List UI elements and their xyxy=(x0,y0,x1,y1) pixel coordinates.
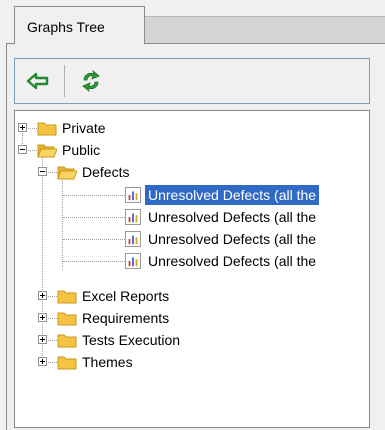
tree-item-label: Unresolved Defects (all the xyxy=(145,185,320,205)
tree-item-label: Defects xyxy=(82,164,130,180)
folder-icon xyxy=(37,122,57,136)
toolbar-separator xyxy=(64,65,65,97)
tree-line xyxy=(48,318,57,320)
expand-icon[interactable] xyxy=(38,335,47,344)
tree-item-graph[interactable]: Unresolved Defects (all the xyxy=(15,206,365,228)
tree-item-label: Unresolved Defects (all the xyxy=(148,231,317,247)
open-folder-icon xyxy=(57,166,77,180)
collapse-icon[interactable] xyxy=(38,167,47,176)
open-folder-icon xyxy=(37,144,57,158)
expand-icon[interactable] xyxy=(38,291,47,300)
tree-line xyxy=(48,296,57,298)
tree-line xyxy=(63,217,125,219)
tab-label: Graphs Tree xyxy=(27,19,105,35)
tree-line xyxy=(48,362,57,364)
folder-icon xyxy=(57,312,77,326)
tree-item-graph[interactable]: Unresolved Defects (all the xyxy=(15,184,365,206)
tree-item-themes[interactable]: Themes xyxy=(15,351,365,373)
arrow-left-icon xyxy=(26,72,49,90)
tree-item-label: Excel Reports xyxy=(82,288,170,304)
graph-icon xyxy=(125,209,141,225)
tree-item-graph[interactable]: Unresolved Defects (all the xyxy=(15,228,365,250)
tree-item-label: Public xyxy=(62,142,101,158)
tree-item-public[interactable]: Public xyxy=(15,139,365,161)
tree-item-excel-reports[interactable]: Excel Reports xyxy=(15,285,365,307)
folder-icon xyxy=(57,334,77,348)
tree-line xyxy=(28,150,37,152)
expand-icon[interactable] xyxy=(38,357,47,366)
back-button[interactable] xyxy=(20,63,56,99)
tree-item-requirements[interactable]: Requirements xyxy=(15,307,365,329)
tree-line xyxy=(48,172,57,174)
tree-line xyxy=(63,261,125,263)
tree-item-label: Tests Execution xyxy=(82,332,181,348)
toolbar xyxy=(14,58,370,104)
tree-item-tests-execution[interactable]: Tests Execution xyxy=(15,329,365,351)
tree-item-label: Unresolved Defects (all the xyxy=(148,209,317,225)
refresh-icon xyxy=(82,69,100,93)
tree-item-private[interactable]: Private xyxy=(15,117,365,139)
graph-icon xyxy=(125,187,141,203)
expand-icon[interactable] xyxy=(18,123,27,132)
expand-icon[interactable] xyxy=(38,313,47,322)
tab-strip-empty xyxy=(145,16,385,43)
tree-line xyxy=(63,195,125,197)
tree-item-label: Themes xyxy=(82,354,133,370)
tree-line xyxy=(28,128,37,130)
graph-icon xyxy=(125,231,141,247)
folder-icon xyxy=(57,356,77,370)
tab-strip: Graphs Tree xyxy=(0,0,385,44)
tree-item-label: Private xyxy=(62,120,106,136)
refresh-button[interactable] xyxy=(73,63,109,99)
tree-item-label: Requirements xyxy=(82,310,170,326)
tree-item-graph[interactable]: Unresolved Defects (all the xyxy=(15,250,365,272)
graph-icon xyxy=(125,253,141,269)
collapse-icon[interactable] xyxy=(18,145,27,154)
tree-item-defects[interactable]: Defects xyxy=(15,161,365,183)
tree-line xyxy=(63,239,125,241)
tab-graphs-tree[interactable]: Graphs Tree xyxy=(14,6,145,44)
tree-line xyxy=(48,340,57,342)
graphs-tree: Private Public Defects Unresolved Defect… xyxy=(14,110,370,428)
graphs-tree-panel: Graphs Tree Private Public Defects Unres… xyxy=(0,0,385,430)
tree-item-label: Unresolved Defects (all the xyxy=(148,253,317,269)
folder-icon xyxy=(57,290,77,304)
